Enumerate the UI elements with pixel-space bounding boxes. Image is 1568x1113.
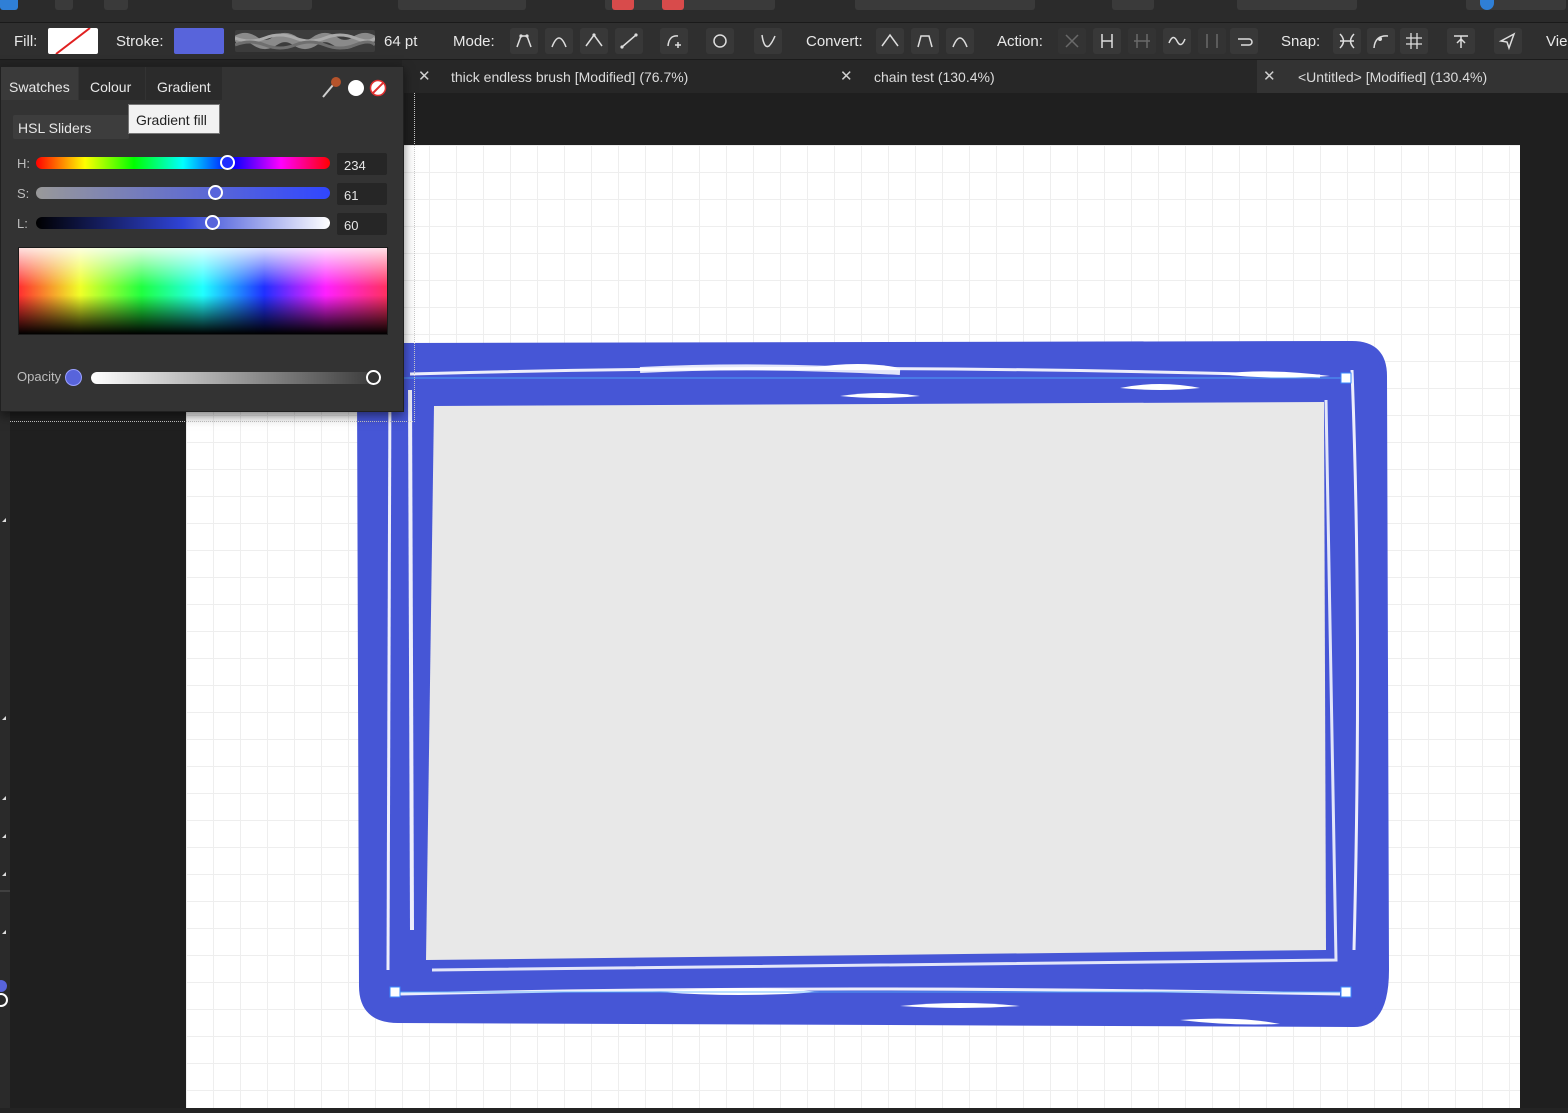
lightness-value-field[interactable]: 60 (337, 213, 387, 235)
rubber-band-icon[interactable] (754, 28, 782, 54)
mode-label: Mode: (453, 33, 495, 50)
toolbar-icon-group[interactable] (232, 0, 312, 10)
pen-mode-icon[interactable] (545, 28, 573, 54)
brush-rectangle-shape[interactable] (340, 330, 1400, 1050)
tools-panel (0, 410, 10, 1108)
line-mode-icon[interactable] (615, 28, 643, 54)
align-nodes-icon[interactable] (1198, 28, 1226, 54)
hue-slider[interactable] (36, 155, 330, 170)
stroke-label: Stroke: (116, 33, 164, 50)
convert-smooth-icon[interactable] (911, 28, 939, 54)
toolbar-icon-group[interactable] (855, 0, 1035, 10)
fill-color-well[interactable] (48, 28, 98, 54)
break-curve-icon[interactable] (1058, 28, 1086, 54)
join-curves-icon[interactable] (1093, 28, 1121, 54)
polygon-mode-icon[interactable] (580, 28, 608, 54)
stroke-width-value[interactable]: 64 pt (384, 33, 417, 50)
tab-colour[interactable]: Colour (79, 67, 145, 100)
toolbar-icon[interactable] (1112, 0, 1154, 10)
close-icon[interactable]: ✕ (840, 67, 853, 85)
tab-title: thick endless brush [Modified] (76.7%) (451, 69, 689, 85)
toolbar-icon[interactable] (55, 0, 73, 10)
persona-icon[interactable] (0, 0, 18, 10)
brush-preview[interactable] (235, 30, 375, 52)
opacity-slider[interactable] (91, 370, 381, 385)
main-toolbar-strip (0, 0, 1568, 23)
smooth-curve-icon[interactable] (1163, 28, 1191, 54)
close-icon[interactable]: ✕ (418, 67, 431, 85)
document-tab[interactable]: ✕ thick endless brush [Modified] (76.7%) (412, 60, 832, 93)
no-colour-icon[interactable] (369, 79, 387, 97)
fill-label: Fill: (14, 33, 38, 50)
lightness-slider[interactable] (36, 215, 330, 230)
colour-spectrum[interactable] (18, 247, 388, 335)
tooltip: Gradient fill (128, 104, 220, 134)
snap-bounding-icon[interactable] (1333, 28, 1361, 54)
slider-knob[interactable] (204, 215, 220, 230)
document-tab-bar: ✕ thick endless brush [Modified] (76.7%)… (402, 60, 1568, 93)
opacity-label: Opacity (17, 369, 62, 384)
boolean-icon[interactable] (662, 0, 684, 10)
toolbar-icon[interactable] (104, 0, 128, 10)
reverse-curve-icon[interactable] (1128, 28, 1156, 54)
white-colour-swatch-icon[interactable] (347, 79, 365, 97)
colour-mode-select[interactable]: HSL Sliders (13, 115, 129, 139)
stroke-color-well[interactable] (174, 28, 224, 54)
slider-knob[interactable] (365, 370, 381, 385)
hue-value-field[interactable]: 234 (337, 153, 387, 175)
close-icon[interactable]: ✕ (1263, 67, 1276, 85)
document-tab-active[interactable]: ✕ <Untitled> [Modified] (130.4%) (1257, 60, 1568, 93)
tab-title: chain test (130.4%) (874, 69, 995, 85)
toolbar-icon-group[interactable] (398, 0, 526, 10)
hue-label: H: (17, 156, 30, 171)
flip-curve-icon[interactable] (1230, 28, 1258, 54)
transform-icon[interactable] (1447, 28, 1475, 54)
convert-smart-icon[interactable] (946, 28, 974, 54)
view-label[interactable]: Vie (1546, 33, 1567, 50)
cursor-icon[interactable] (1494, 28, 1522, 54)
slider-knob[interactable] (207, 185, 223, 200)
add-node-icon[interactable] (660, 28, 688, 54)
tab-title: <Untitled> [Modified] (130.4%) (1298, 69, 1488, 85)
toolbar-icon-group[interactable] (1237, 0, 1357, 10)
snap-curve-icon[interactable] (1367, 28, 1395, 54)
convert-label: Convert: (806, 33, 863, 50)
slider-knob[interactable] (219, 155, 235, 170)
snap-grid-icon[interactable] (1400, 28, 1428, 54)
current-colour-dot (65, 369, 82, 386)
saturation-slider[interactable] (36, 185, 330, 200)
action-label: Action: (997, 33, 1043, 50)
smart-mode-icon[interactable] (510, 28, 538, 54)
tab-gradient[interactable]: Gradient (146, 67, 222, 100)
saturation-value-field[interactable]: 61 (337, 183, 387, 205)
tab-swatches[interactable]: Swatches (1, 67, 78, 100)
lightness-label: L: (17, 216, 28, 231)
close-curve-icon[interactable] (706, 28, 734, 54)
convert-sharp-icon[interactable] (876, 28, 904, 54)
context-toolbar: Fill: Stroke: 64 pt Mode: Convert: Actio… (0, 23, 1568, 60)
snap-label: Snap: (1281, 33, 1321, 50)
boolean-icon[interactable] (612, 0, 634, 10)
saturation-label: S: (17, 186, 30, 201)
document-tab[interactable]: ✕ chain test (130.4%) (834, 60, 1254, 93)
